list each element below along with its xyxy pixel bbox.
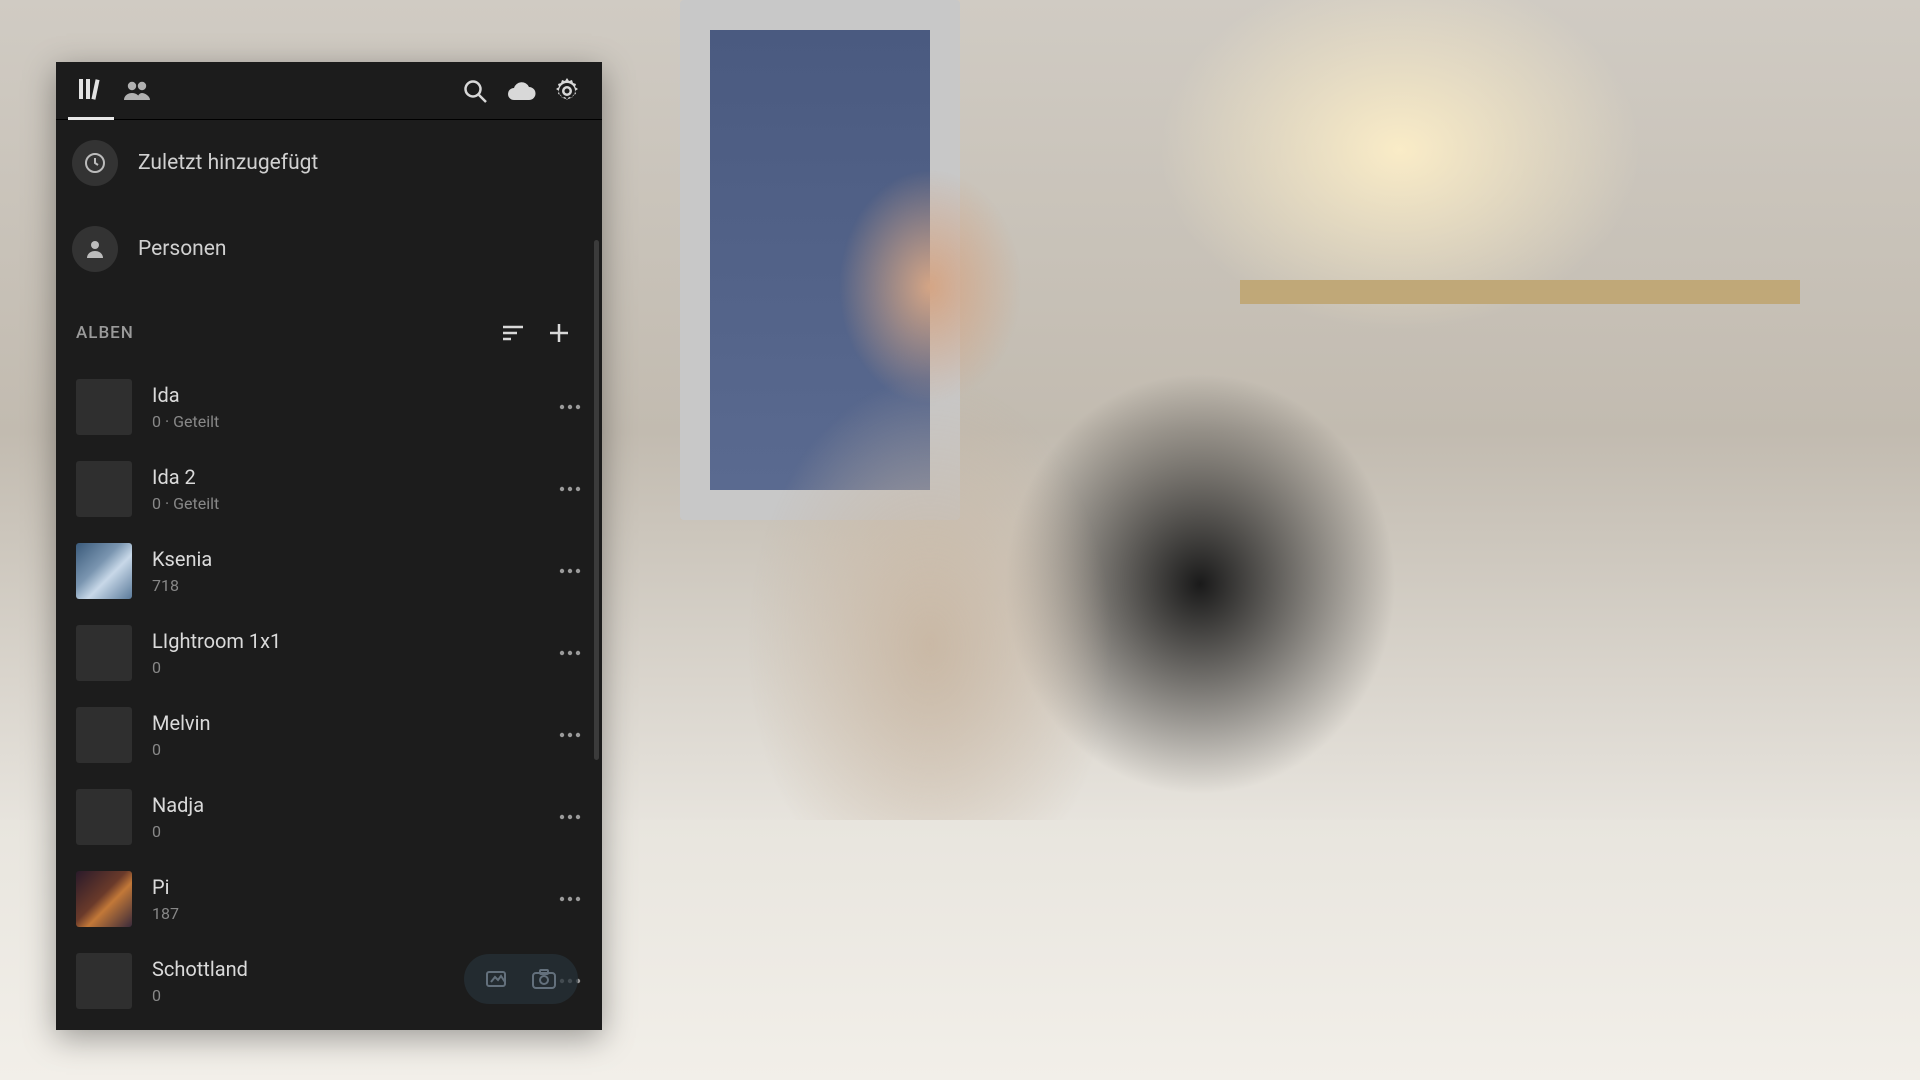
nav-label: Zuletzt hinzugefügt <box>138 151 318 175</box>
lightroom-sidebar-panel: Zuletzt hinzugefügt Personen ALBEN <box>56 62 602 1030</box>
album-meta: 0 <box>152 740 530 759</box>
album-row[interactable]: Ida 2 0 · Geteilt <box>56 448 602 530</box>
more-icon <box>559 650 581 656</box>
cloud-button[interactable] <box>498 68 544 114</box>
album-meta: 187 <box>152 904 530 923</box>
album-texts: Melvin 0 <box>152 711 530 759</box>
album-texts: Pi 187 <box>152 875 530 923</box>
section-albums-header: ALBEN <box>56 292 602 366</box>
add-album-button[interactable] <box>536 310 582 356</box>
album-more-button[interactable] <box>550 551 590 591</box>
album-texts: Ida 2 0 · Geteilt <box>152 465 530 513</box>
album-thumb <box>76 379 132 435</box>
more-icon <box>559 896 581 902</box>
import-icon <box>485 968 513 990</box>
album-more-button[interactable] <box>550 469 590 509</box>
person-icon <box>84 238 106 260</box>
person-icon-container <box>72 226 118 272</box>
album-thumb <box>76 707 132 763</box>
clock-icon <box>83 151 107 175</box>
album-meta: 718 <box>152 576 530 595</box>
album-thumb <box>76 953 132 1009</box>
camera-icon <box>531 968 557 990</box>
tab-shared[interactable] <box>114 62 160 120</box>
album-name: LIghtroom 1x1 <box>152 629 530 654</box>
more-icon <box>559 568 581 574</box>
more-icon <box>559 814 581 820</box>
nav-recently-added[interactable]: Zuletzt hinzugefügt <box>56 120 602 206</box>
settings-button[interactable] <box>544 68 590 114</box>
cloud-icon <box>506 80 536 102</box>
top-bar <box>56 62 602 120</box>
album-texts: LIghtroom 1x1 0 <box>152 629 530 677</box>
album-more-button[interactable] <box>550 797 590 837</box>
album-meta: 0 <box>152 822 530 841</box>
album-thumb <box>76 625 132 681</box>
album-more-button[interactable] <box>550 715 590 755</box>
tab-library[interactable] <box>68 62 114 120</box>
album-meta: 0 <box>152 658 530 677</box>
album-more-button[interactable] <box>550 633 590 673</box>
albums-list: Ida 0 · Geteilt Ida 2 0 · Geteilt Ksenia 718 L… <box>56 366 602 1022</box>
bg-person <box>620 150 1240 910</box>
album-thumb <box>76 543 132 599</box>
album-texts: Nadja 0 <box>152 793 530 841</box>
album-name: Ida <box>152 383 530 408</box>
album-thumb <box>76 871 132 927</box>
more-icon <box>559 732 581 738</box>
scrollbar-thumb[interactable] <box>594 240 599 760</box>
sort-icon <box>501 324 525 342</box>
search-button[interactable] <box>452 68 498 114</box>
album-row[interactable]: Ksenia 718 <box>56 530 602 612</box>
album-name: Pi <box>152 875 530 900</box>
section-title: ALBEN <box>76 323 134 343</box>
nav-people[interactable]: Personen <box>56 206 602 292</box>
gear-icon <box>554 78 580 104</box>
nav-label: Personen <box>138 237 227 261</box>
album-row[interactable]: Ida 0 · Geteilt <box>56 366 602 448</box>
album-texts: Ksenia 718 <box>152 547 530 595</box>
more-icon <box>559 404 581 410</box>
album-row[interactable]: Melvin 0 <box>56 694 602 776</box>
album-meta: 0 · Geteilt <box>152 494 530 513</box>
album-name: Ida 2 <box>152 465 530 490</box>
search-icon <box>462 78 488 104</box>
people-icon <box>123 80 151 102</box>
album-more-button[interactable] <box>550 387 590 427</box>
album-row[interactable]: Nadja 0 <box>56 776 602 858</box>
album-name: Ksenia <box>152 547 530 572</box>
album-thumb <box>76 461 132 517</box>
bg-shelf <box>1240 280 1800 304</box>
album-row[interactable]: Pi 187 <box>56 858 602 940</box>
more-icon <box>559 486 581 492</box>
album-name: Melvin <box>152 711 530 736</box>
album-more-button[interactable] <box>550 879 590 919</box>
floating-capture-bar[interactable] <box>464 954 578 1004</box>
plus-icon <box>548 322 570 344</box>
album-row[interactable]: LIghtroom 1x1 0 <box>56 612 602 694</box>
clock-icon-container <box>72 140 118 186</box>
library-icon <box>78 77 104 101</box>
album-name: Nadja <box>152 793 530 818</box>
sidebar-scroll[interactable]: Zuletzt hinzugefügt Personen ALBEN <box>56 120 602 1030</box>
album-meta: 0 · Geteilt <box>152 412 530 431</box>
sort-button[interactable] <box>490 310 536 356</box>
album-texts: Ida 0 · Geteilt <box>152 383 530 431</box>
album-thumb <box>76 789 132 845</box>
